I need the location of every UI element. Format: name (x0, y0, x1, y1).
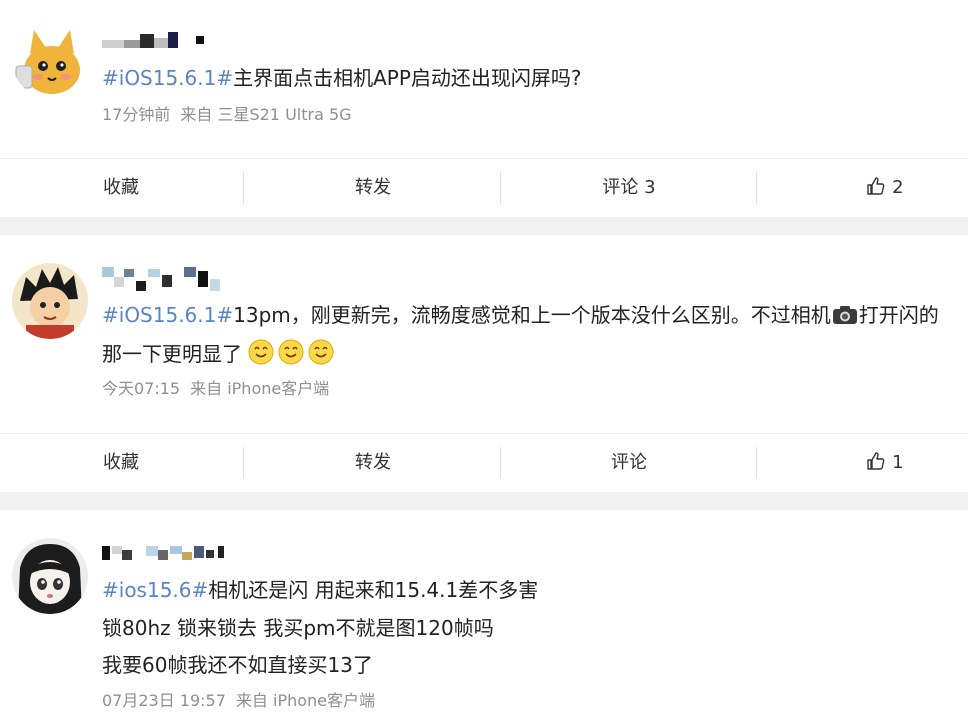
anime-girl-avatar-icon (12, 538, 88, 614)
post-source[interactable]: 来自 三星S21 Ultra 5G (180, 105, 351, 124)
divider (756, 172, 757, 204)
action-bar: 收藏 转发 评论 1 (0, 433, 968, 492)
post-text-line: 锁80hz 锁来锁去 我买pm不就是图120帧吗 (102, 614, 494, 642)
like-button[interactable]: 1 (764, 434, 968, 492)
post-text-line: #iOS15.6.1#主界面点击相机APP启动还出现闪屏吗? (102, 64, 582, 92)
post-text-line: 那一下更明显了 (102, 339, 338, 368)
repost-button[interactable]: 转发 (252, 159, 494, 217)
collect-button[interactable]: 收藏 (0, 434, 242, 492)
post-3: #ios15.6#相机还是闪 用起来和15.4.1差不多害 锁80hz 锁来锁去… (0, 510, 968, 724)
post-meta: 今天07:15 来自 iPhone客户端 (102, 378, 329, 400)
divider (756, 447, 757, 479)
smile-emoji-icon (278, 339, 304, 365)
smile-emoji-icon (308, 339, 334, 365)
hashtag-link[interactable]: #iOS15.6.1# (102, 303, 233, 327)
anime-boy-avatar-icon (12, 263, 88, 339)
post-time: 今天07:15 (102, 379, 181, 398)
post-text: 那一下更明显了 (102, 342, 242, 366)
collect-button[interactable]: 收藏 (0, 159, 242, 217)
action-bar: 收藏 转发 评论 3 2 (0, 158, 968, 217)
divider (500, 172, 501, 204)
post-source[interactable]: 来自 iPhone客户端 (190, 379, 329, 398)
post-time: 07月23日 19:57 (102, 691, 226, 710)
like-button[interactable]: 2 (764, 159, 968, 217)
post-text: 打开闪的 (858, 303, 939, 327)
thumbs-up-icon (867, 177, 885, 195)
hashtag-link[interactable]: #iOS15.6.1# (102, 66, 233, 90)
post-1: #iOS15.6.1#主界面点击相机APP启动还出现闪屏吗? 17分钟前 来自 三… (0, 0, 968, 158)
post-text: 锁80hz 锁来锁去 我买pm不就是图120帧吗 (102, 616, 494, 640)
hashtag-link[interactable]: #ios15.6# (102, 578, 208, 602)
thumbs-up-icon (867, 452, 885, 470)
post-text: 13pm，刚更新完，流畅度感觉和上一个版本没什么区别。不过相机 (233, 303, 831, 327)
post-time: 17分钟前 (102, 105, 171, 124)
cat-avatar-icon (12, 22, 88, 98)
post-meta: 17分钟前 来自 三星S21 Ultra 5G (102, 104, 352, 126)
username-redacted[interactable] (102, 265, 222, 293)
post-text: 主界面点击相机APP启动还出现闪屏吗? (233, 66, 582, 90)
avatar[interactable] (12, 538, 88, 614)
post-meta: 07月23日 19:57 来自 iPhone客户端 (102, 690, 375, 712)
repost-button[interactable]: 转发 (252, 434, 494, 492)
username-redacted[interactable] (102, 540, 232, 568)
feed-separator (0, 217, 968, 235)
feed-separator (0, 492, 968, 510)
post-text: 我要60帧我还不如直接买13了 (102, 653, 373, 677)
like-count: 1 (892, 452, 904, 473)
post-text-line: #ios15.6#相机还是闪 用起来和15.4.1差不多害 (102, 576, 538, 604)
divider (500, 447, 501, 479)
avatar[interactable] (12, 22, 88, 98)
post-text: 相机还是闪 用起来和15.4.1差不多害 (208, 578, 539, 602)
comment-button[interactable]: 评论 3 (508, 159, 750, 217)
username-redacted[interactable] (102, 30, 212, 58)
avatar[interactable] (12, 263, 88, 339)
divider (243, 447, 244, 479)
post-text-line: #iOS15.6.1#13pm，刚更新完，流畅度感觉和上一个版本没什么区别。不过… (102, 301, 939, 329)
smile-emoji-icon (248, 339, 274, 365)
feed: #iOS15.6.1#主界面点击相机APP启动还出现闪屏吗? 17分钟前 来自 三… (0, 0, 968, 724)
post-2: #iOS15.6.1#13pm，刚更新完，流畅度感觉和上一个版本没什么区别。不过… (0, 235, 968, 433)
comment-button[interactable]: 评论 (508, 434, 750, 492)
post-text-line: 我要60帧我还不如直接买13了 (102, 651, 373, 679)
divider (243, 172, 244, 204)
like-count: 2 (892, 177, 904, 198)
post-source[interactable]: 来自 iPhone客户端 (236, 691, 375, 710)
camera-emoji-icon (832, 306, 857, 324)
